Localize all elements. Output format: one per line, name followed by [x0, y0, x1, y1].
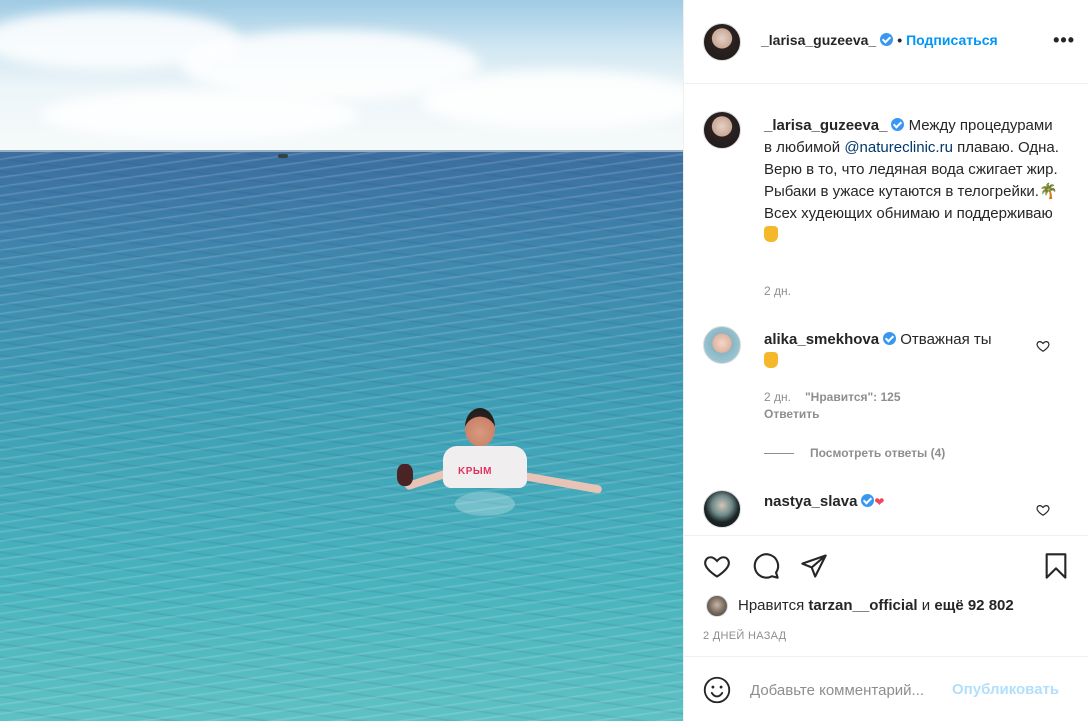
verified-badge-icon — [891, 118, 905, 131]
liker-avatar[interactable] — [706, 595, 728, 617]
replies-line — [764, 453, 794, 455]
add-comment-bar: Опубликовать — [684, 656, 1088, 721]
more-options-icon[interactable]: ••• — [1053, 30, 1075, 51]
comment-1-meta: 2 дн. "Нравится": 125 — [764, 390, 901, 404]
smile-icon[interactable] — [703, 676, 731, 704]
comment-icon[interactable] — [752, 552, 780, 580]
cloud — [40, 90, 360, 140]
comment-2: nastya_slava ❤ — [764, 493, 884, 510]
follow-button[interactable]: Подписаться — [906, 32, 998, 48]
share-icon[interactable] — [800, 552, 828, 580]
verified-badge-icon — [861, 494, 875, 507]
likes-user[interactable]: tarzan__official — [808, 597, 917, 614]
caption-time[interactable]: 2 дн. — [764, 284, 791, 298]
verified-badge-icon — [883, 332, 897, 345]
fist-emoji-icon — [764, 352, 778, 368]
comment-1: alika_smekhova Отважная ты — [764, 329, 1024, 373]
swimmer-right-arm — [522, 472, 603, 494]
comment-1-text: Отважная ты — [900, 331, 992, 348]
likes-summary[interactable]: Нравится tarzan__official и ещё 92 802 — [738, 597, 1014, 614]
caption-text-3: Всех худеющих обнимаю и поддерживаю — [764, 205, 1053, 222]
caption: _larisa_guzeeva_ Между процедурами в люб… — [764, 115, 1064, 247]
verified-badge-icon — [880, 33, 894, 46]
comment-1-username[interactable]: alika_smekhova — [764, 331, 879, 348]
swimmer-head — [465, 408, 495, 446]
comment-1-likes[interactable]: "Нравится": 125 — [805, 390, 901, 404]
caption-mention-link[interactable]: @natureclinic.ru — [844, 139, 953, 156]
separator-dot: • — [897, 32, 903, 48]
caption-avatar[interactable] — [703, 111, 741, 149]
swimmer-left-hand — [397, 464, 413, 486]
post-header: _larisa_guzeeva_ • Подписаться ••• — [684, 0, 1088, 84]
likes-connector: и — [921, 597, 931, 614]
likes-count[interactable]: ещё 92 802 — [934, 597, 1013, 614]
shirt-print: KPЫM — [458, 466, 493, 477]
cloud — [420, 70, 683, 130]
author-username[interactable]: _larisa_guzeeva_ — [761, 32, 876, 48]
heart-emoji-icon: ❤ — [874, 495, 885, 509]
author-avatar[interactable] — [703, 23, 741, 61]
caption-username[interactable]: _larisa_guzeeva_ — [764, 117, 887, 134]
bookmark-icon[interactable] — [1042, 552, 1070, 580]
comment-like-heart-icon[interactable] — [1036, 503, 1050, 517]
comment-1-time[interactable]: 2 дн. — [764, 390, 791, 404]
comment-like-heart-icon[interactable] — [1036, 339, 1050, 353]
comment-avatar[interactable] — [703, 326, 741, 364]
like-heart-icon[interactable] — [703, 552, 731, 580]
post-photo[interactable]: KPЫM — [0, 0, 683, 721]
comments-section[interactable]: _larisa_guzeeva_ Между процедурами в люб… — [684, 85, 1088, 535]
view-replies-button[interactable]: Посмотреть ответы (4) — [764, 446, 945, 460]
post-actions: Нравится tarzan__official и ещё 92 802 2… — [684, 535, 1088, 655]
post-date[interactable]: 2 ДНЕЙ НАЗАД — [703, 630, 786, 642]
palm-emoji-icon: 🌴 — [1038, 183, 1058, 200]
comment-input[interactable] — [750, 677, 950, 703]
post-panel: _larisa_guzeeva_ • Подписаться ••• _larisa… — [683, 0, 1088, 721]
publish-button[interactable]: Опубликовать — [952, 681, 1059, 698]
photo-sky — [0, 0, 683, 152]
swimmer: KPЫM — [395, 408, 605, 518]
author-line: _larisa_guzeeva_ • Подписаться — [761, 32, 998, 48]
view-replies-label: Посмотреть ответы (4) — [810, 446, 946, 460]
rock-hand-emoji-icon — [764, 226, 778, 242]
comment-2-username[interactable]: nastya_slava — [764, 493, 857, 510]
comment-avatar[interactable] — [703, 490, 741, 528]
reply-button[interactable]: Ответить — [764, 407, 819, 421]
water-reflection — [455, 492, 515, 516]
distant-boat — [278, 154, 288, 158]
likes-prefix: Нравится — [738, 597, 805, 614]
